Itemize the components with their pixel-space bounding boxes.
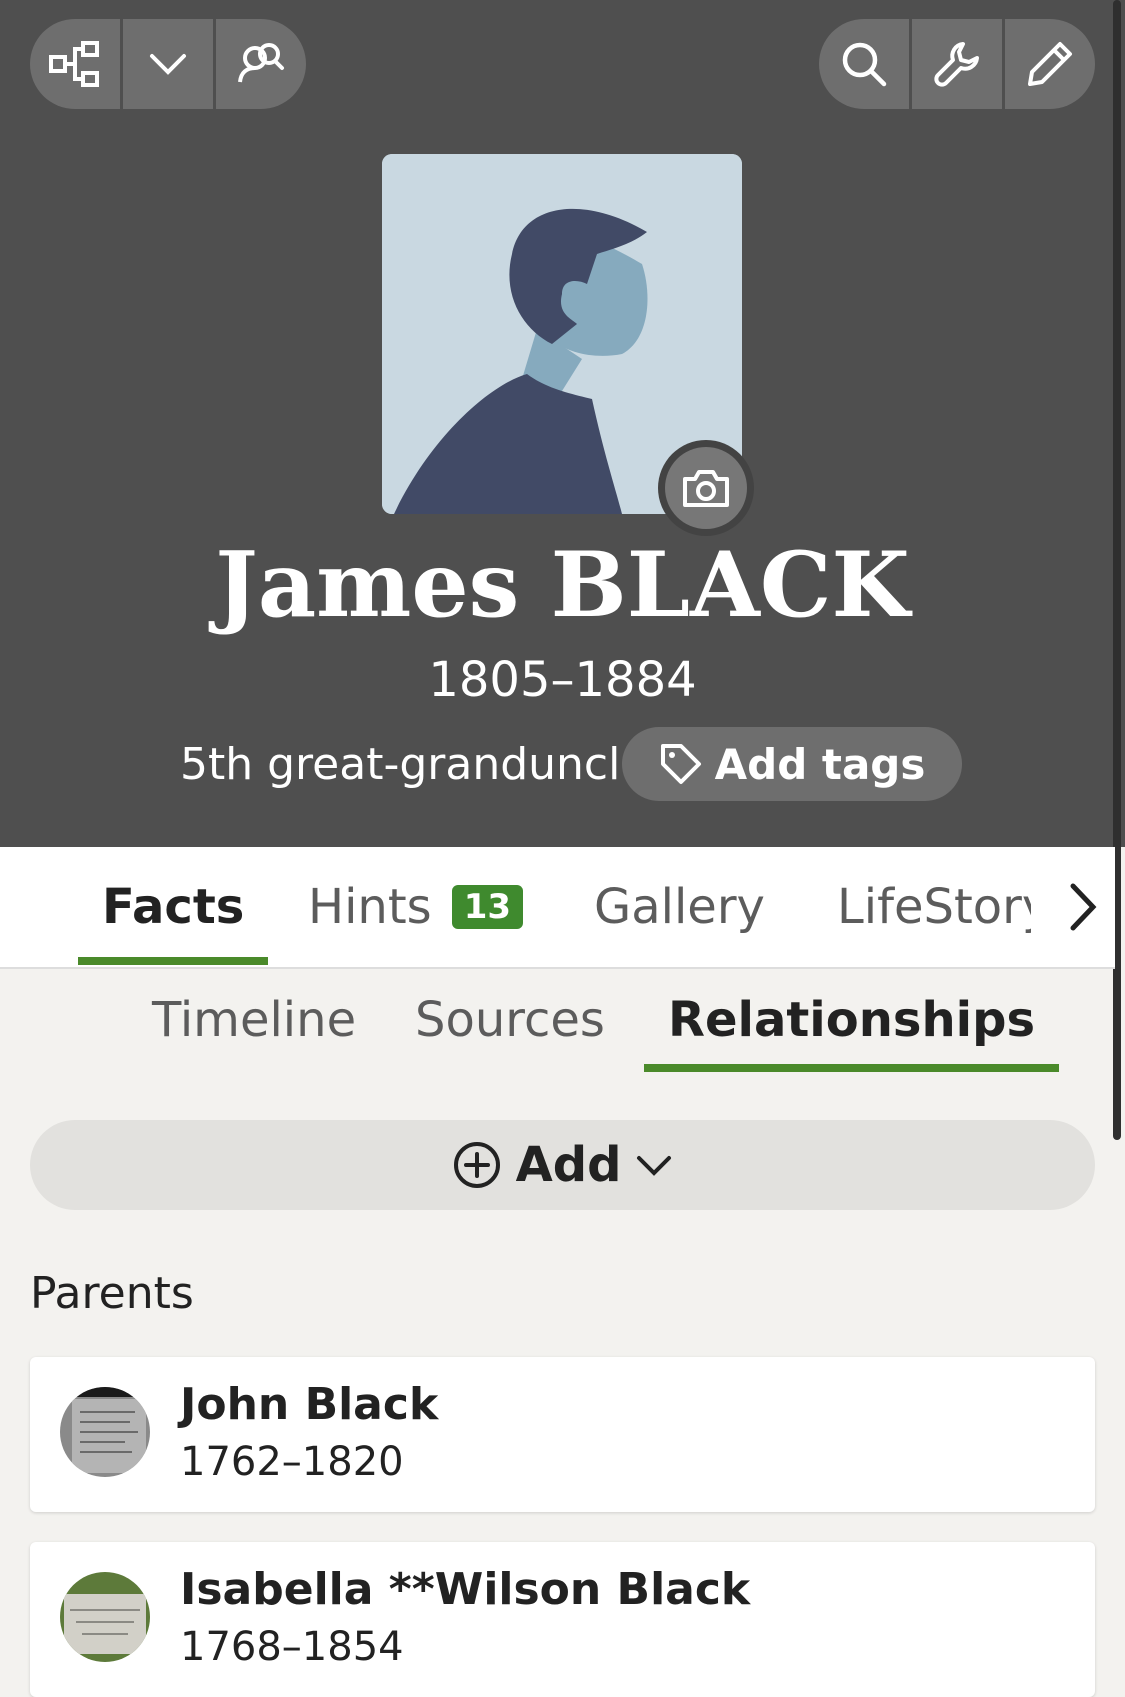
parent-dates: 1768–1854 (180, 1624, 404, 1670)
tree-view-button[interactable] (30, 19, 123, 109)
search-person-icon (238, 43, 284, 83)
search-icon (842, 42, 887, 87)
parent-name: John Black (180, 1379, 439, 1430)
subtab-label: Timeline (152, 992, 357, 1048)
chevron-right-icon[interactable] (1063, 880, 1103, 934)
edit-button[interactable] (1005, 19, 1095, 109)
tab-label: Facts (102, 879, 245, 935)
tab-label: LifeStory (837, 879, 1031, 935)
hints-count-badge: 13 (451, 885, 524, 929)
subtab-relationships[interactable]: Relationships (644, 970, 1060, 1072)
camera-icon (683, 470, 729, 507)
tag-icon (660, 744, 701, 784)
tab-gallery[interactable]: Gallery (594, 847, 765, 967)
relationship-label: 5th great-granduncle (180, 739, 648, 790)
add-button-label: Add (515, 1137, 622, 1193)
search-button[interactable] (819, 19, 912, 109)
profile-header: James BLACK 1805–1884 5th great-grandunc… (0, 0, 1125, 847)
tab-label: Gallery (594, 879, 765, 935)
subtab-label: Relationships (668, 992, 1036, 1048)
main-tabs: Facts Hints 13 Gallery LifeStory (0, 847, 1115, 969)
parents-heading: Parents (30, 1268, 194, 1319)
parent-card[interactable]: Isabella **Wilson Black 1768–1854 (30, 1542, 1095, 1697)
add-relationship-button[interactable]: Add (30, 1120, 1095, 1210)
tab-facts[interactable]: Facts (78, 847, 269, 967)
tools-button[interactable] (912, 19, 1005, 109)
sub-tabs: Timeline Sources Relationships (0, 970, 1115, 1090)
tab-lifestory[interactable]: LifeStory (837, 847, 1031, 967)
view-options-button[interactable] (123, 19, 216, 109)
active-subtab-indicator (644, 1064, 1060, 1072)
add-tags-button[interactable]: Add tags (622, 727, 962, 801)
parent-photo (60, 1387, 150, 1477)
wrench-icon (934, 42, 979, 87)
add-photo-button[interactable] (658, 440, 754, 536)
tab-hints[interactable]: Hints 13 (308, 847, 524, 967)
tree-icon (49, 41, 99, 87)
search-person-button[interactable] (216, 19, 306, 109)
document-photo-icon (60, 1387, 150, 1477)
tab-label: Hints (308, 879, 432, 935)
parent-photo (60, 1572, 150, 1662)
right-toolbar (819, 19, 1095, 109)
add-tags-label: Add tags (714, 739, 926, 789)
chevron-down-icon (637, 1156, 672, 1176)
person-name: James BLACK (215, 532, 910, 638)
pencil-icon (1028, 42, 1072, 86)
scrollbar[interactable] (1113, 0, 1121, 1140)
gravestone-photo-icon (60, 1572, 150, 1662)
subtab-timeline[interactable]: Timeline (152, 970, 356, 1070)
parent-name: Isabella **Wilson Black (180, 1564, 751, 1615)
active-tab-indicator (78, 957, 269, 965)
parent-card[interactable]: John Black 1762–1820 (30, 1357, 1095, 1512)
chevron-down-icon (150, 54, 186, 75)
plus-circle-icon (453, 1142, 500, 1188)
parent-dates: 1762–1820 (180, 1439, 404, 1485)
left-toolbar (30, 19, 306, 109)
subtab-label: Sources (415, 992, 605, 1048)
person-dates: 1805–1884 (428, 652, 697, 708)
subtab-sources[interactable]: Sources (415, 970, 605, 1070)
